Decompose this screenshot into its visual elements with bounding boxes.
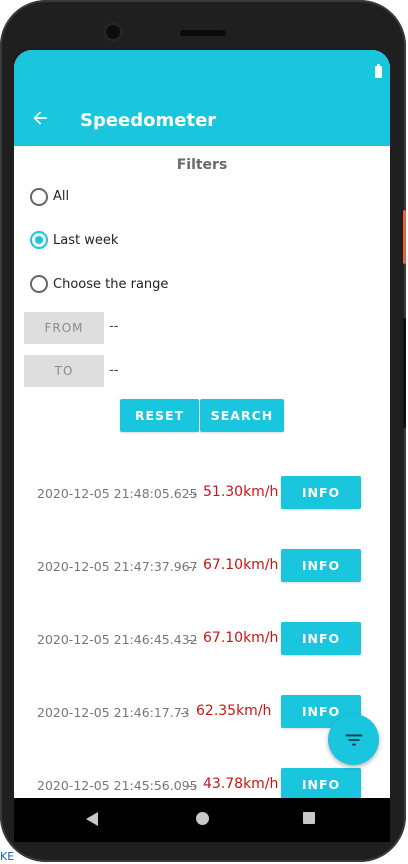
- record-timestamp: 2020-12-05 21:46:45.432: [37, 632, 198, 647]
- to-value: --: [109, 363, 119, 378]
- info-button[interactable]: INFO: [281, 549, 361, 582]
- record-separator: --: [188, 486, 198, 501]
- app-bar: Speedometer: [14, 50, 390, 146]
- record-speed: 43.78km/h: [203, 776, 279, 792]
- power-button: [403, 210, 406, 264]
- to-button[interactable]: TO: [24, 355, 104, 387]
- search-button[interactable]: SEARCH: [200, 399, 284, 432]
- record-separator: --: [188, 559, 198, 574]
- app-screen: Speedometer Filters All Last week Choose…: [14, 50, 390, 798]
- radio-choose-range-label[interactable]: Choose the range: [53, 277, 168, 292]
- radio-choose-range[interactable]: [30, 275, 48, 293]
- arrow-left-icon[interactable]: [30, 108, 50, 128]
- record-timestamp: 2020-12-05 21:45:56.095: [37, 778, 198, 793]
- record-speed: 62.35km/h: [196, 703, 272, 719]
- record-timestamp: 2020-12-05 21:46:17.73: [37, 705, 190, 720]
- reset-button[interactable]: RESET: [120, 399, 199, 432]
- radio-all-label[interactable]: All: [53, 189, 69, 204]
- phone-frame: Speedometer Filters All Last week Choose…: [0, 0, 406, 862]
- earpiece-speaker: [180, 30, 226, 36]
- radio-last-week-label[interactable]: Last week: [53, 233, 118, 248]
- system-nav-bar: [14, 798, 390, 842]
- radio-all[interactable]: [30, 188, 48, 206]
- record-speed: 67.10km/h: [203, 630, 279, 646]
- from-button[interactable]: FROM: [24, 312, 104, 344]
- record-separator: --: [180, 705, 190, 720]
- filter-fab[interactable]: [328, 714, 379, 765]
- triangle-back-icon[interactable]: [86, 812, 98, 826]
- radio-last-week[interactable]: [30, 231, 48, 249]
- info-button[interactable]: INFO: [281, 622, 361, 655]
- from-value: --: [109, 319, 119, 334]
- info-button[interactable]: INFO: [281, 768, 361, 798]
- battery-icon: [375, 64, 382, 78]
- volume-button: [403, 318, 406, 428]
- record-speed: 67.10km/h: [203, 557, 279, 573]
- filters-heading: Filters: [176, 157, 228, 173]
- page-title: Speedometer: [80, 110, 217, 131]
- record-speed: 51.30km/h: [203, 484, 279, 500]
- record-timestamp: 2020-12-05 21:48:05.625: [37, 486, 198, 501]
- front-camera: [103, 22, 123, 42]
- record-timestamp: 2020-12-05 21:47:37.967: [37, 559, 198, 574]
- filter-list-icon: [345, 734, 362, 745]
- edge-text: KE: [0, 850, 15, 863]
- circle-home-icon[interactable]: [196, 812, 209, 825]
- square-recent-icon[interactable]: [303, 812, 315, 824]
- record-separator: --: [188, 632, 198, 647]
- record-separator: --: [188, 778, 198, 793]
- info-button[interactable]: INFO: [281, 476, 361, 509]
